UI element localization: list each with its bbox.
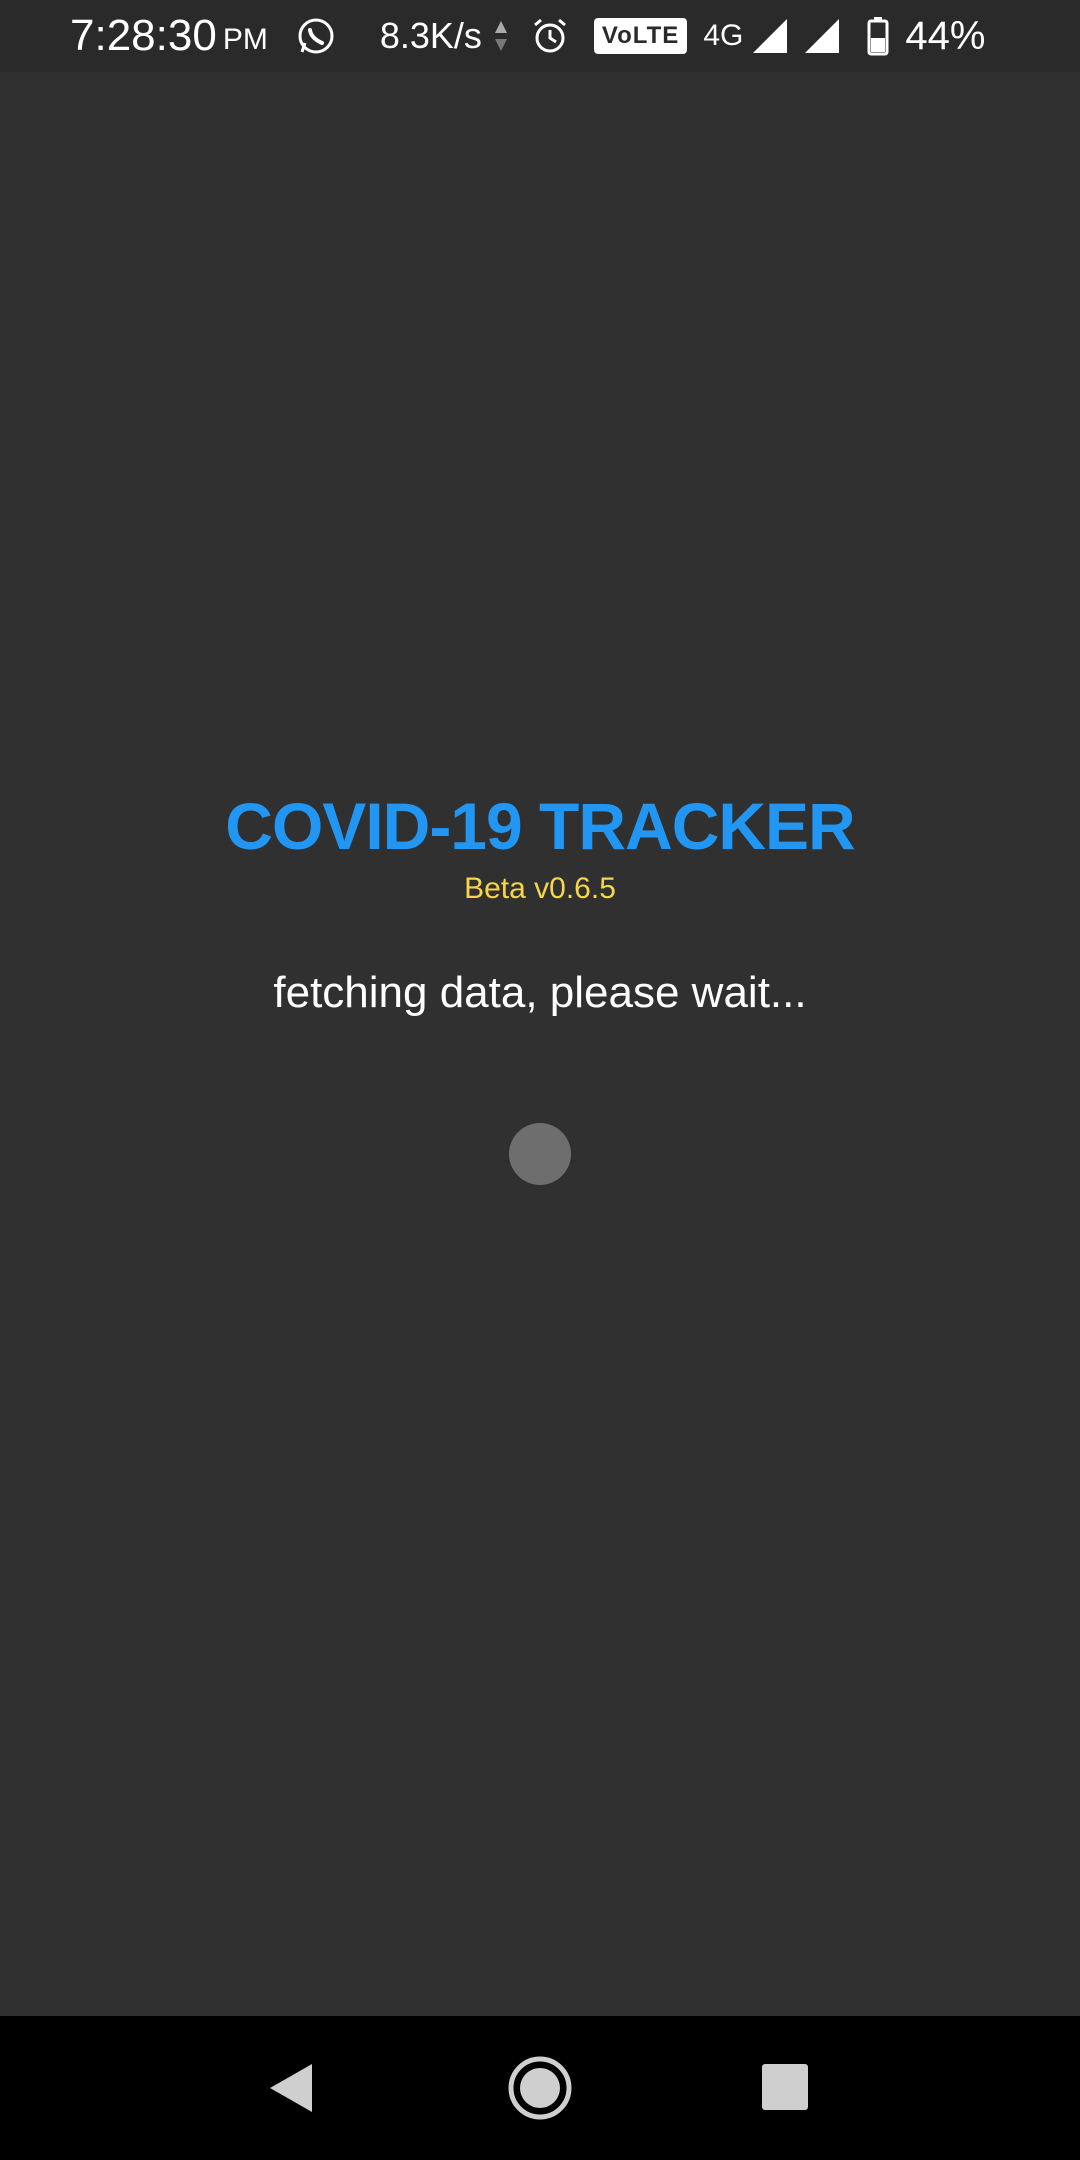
back-icon (270, 2064, 312, 2112)
navigation-bar (0, 2016, 1080, 2160)
status-ampm: PM (222, 23, 268, 56)
status-time: 7:28:30 (70, 11, 217, 60)
alarm-icon (530, 16, 570, 56)
app-version: Beta v0.6.5 (464, 872, 616, 905)
data-arrows-icon (492, 18, 510, 54)
signal-icon (751, 17, 789, 55)
loading-message: fetching data, please wait... (273, 968, 807, 1017)
status-net-speed: 8.3K/s (379, 15, 482, 56)
network-type: 4G (703, 19, 744, 52)
loading-spinner (509, 1123, 571, 1185)
status-bar: 7:28:30 PM 8.3K/s VoLTE 4G 44% (0, 0, 1080, 72)
battery-percent: 44% (905, 13, 986, 58)
whatsapp-icon (294, 14, 338, 58)
back-button[interactable] (254, 2052, 326, 2124)
app-title: COVID-19 TRACKER (225, 789, 855, 863)
volte-badge: VoLTE (593, 18, 688, 54)
recents-button[interactable] (750, 2052, 822, 2124)
home-button[interactable] (504, 2052, 576, 2124)
battery-icon (867, 16, 889, 56)
recents-icon (762, 2064, 808, 2110)
home-icon (508, 2056, 572, 2120)
signal-icon (803, 17, 841, 55)
